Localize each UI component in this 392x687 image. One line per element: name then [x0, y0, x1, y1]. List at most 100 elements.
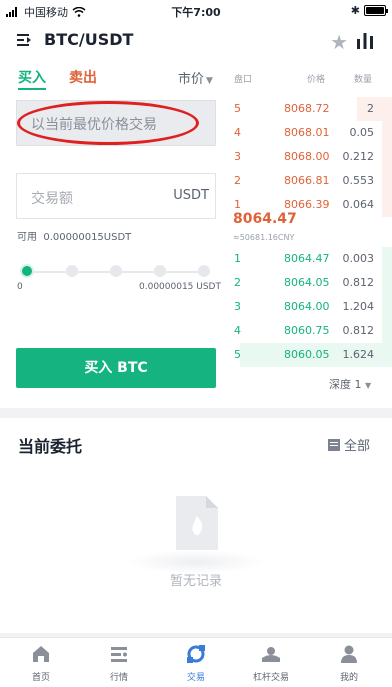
- profile-icon: [341, 645, 357, 663]
- ask-row[interactable]: 5 8068.72 2: [232, 97, 392, 121]
- status-bar: 中国移动 下午7:00 ✱: [0, 0, 392, 22]
- last-price-cny: ≈50681.16CNY: [233, 233, 295, 242]
- ask-amount: 0.05: [349, 126, 375, 139]
- bid-level: 4: [234, 324, 241, 337]
- bid-level: 1: [234, 252, 241, 265]
- bid-price: 8060.75: [284, 324, 330, 337]
- amount-unit: USDT: [173, 188, 209, 203]
- bluetooth-icon: ✱: [350, 4, 360, 17]
- bid-depth-bar: [382, 319, 392, 343]
- orderbook-header-level: 盘口: [234, 75, 253, 85]
- slider-handle[interactable]: [20, 264, 34, 278]
- ask-row[interactable]: 2 8066.81 0.553: [232, 169, 392, 193]
- ask-amount: 0.064: [342, 198, 375, 211]
- tab-trade-label: 交易: [186, 673, 205, 683]
- current-orders-panel: 当前委托 全部 暂无记录: [0, 418, 392, 633]
- chevron-down-icon: ▼: [365, 381, 372, 390]
- tab-market-label: 行情: [109, 673, 128, 683]
- bid-level: 3: [234, 300, 241, 313]
- ask-level: 4: [234, 126, 241, 139]
- bid-depth-bar: [382, 247, 392, 271]
- available-label: 可用: [17, 232, 37, 243]
- orders-title: 当前委托: [18, 437, 83, 456]
- tab-home[interactable]: 首页: [2, 638, 80, 687]
- market-icon: [111, 647, 127, 662]
- ask-row[interactable]: 4 8068.01 0.05: [232, 121, 392, 145]
- slider-max-label: 0.00000015 USDT: [139, 282, 221, 292]
- tab-profile-label: 我的: [339, 673, 358, 683]
- tab-sell[interactable]: 卖出: [69, 67, 97, 87]
- bid-row[interactable]: 4 8060.75 0.812: [232, 319, 392, 343]
- all-orders-label: 全部: [343, 439, 370, 454]
- slider-step-25[interactable]: [66, 265, 78, 277]
- bid-amount: 1.624: [342, 348, 375, 361]
- bottom-tab-bar: 首页 行情 交易 杠杆交易 我的: [0, 637, 392, 687]
- ask-depth-bar: [382, 169, 392, 193]
- ask-level: 1: [234, 198, 241, 211]
- amount-placeholder: 交易额: [31, 191, 73, 207]
- buy-btc-button[interactable]: 买入 BTC: [16, 348, 216, 388]
- amount-field[interactable]: 交易额 USDT: [16, 173, 216, 219]
- available-value: 0.00000015USDT: [43, 232, 132, 243]
- bid-amount: 0.003: [342, 252, 375, 265]
- empty-text: 暂无记录: [169, 574, 222, 589]
- ask-price: 8068.72: [284, 102, 330, 115]
- menu-icon[interactable]: [17, 32, 33, 48]
- bid-level: 2: [234, 276, 241, 289]
- slider-step-100[interactable]: [198, 265, 210, 277]
- tab-home-label: 首页: [31, 673, 50, 683]
- bid-row[interactable]: 5 8060.05 1.624: [232, 343, 392, 367]
- tab-margin[interactable]: 杠杆交易: [232, 638, 310, 687]
- bid-depth-bar: [382, 271, 392, 295]
- ask-depth-bar: [382, 145, 392, 169]
- chevron-down-icon: ▼: [206, 76, 213, 86]
- trade-icon: [187, 645, 205, 663]
- battery-icon: [364, 5, 388, 16]
- empty-document-icon: [176, 496, 218, 550]
- bid-row[interactable]: 2 8064.05 0.812: [232, 271, 392, 295]
- ask-level: 2: [234, 174, 241, 187]
- list-icon: [327, 438, 340, 451]
- bid-price: 8064.00: [284, 300, 330, 313]
- ask-depth-bar: [357, 97, 392, 121]
- bid-row[interactable]: 1 8064.47 0.003: [232, 247, 392, 271]
- ask-depth-bar: [382, 121, 392, 145]
- order-type-select[interactable]: 市价 ▼: [178, 68, 213, 87]
- bar-chart-icon[interactable]: [355, 30, 375, 50]
- ask-price: 8066.81: [284, 174, 330, 187]
- ask-amount: 0.212: [342, 150, 375, 163]
- bid-price: 8060.05: [284, 348, 330, 361]
- bid-amount: 0.812: [342, 324, 375, 337]
- bid-amount: 1.204: [342, 300, 375, 313]
- bid-amount: 0.812: [342, 276, 375, 289]
- tab-market[interactable]: 行情: [80, 638, 158, 687]
- pair-title[interactable]: BTC/USDT: [44, 30, 133, 49]
- tab-trade[interactable]: 交易: [157, 638, 235, 687]
- ask-amount: 2: [367, 102, 374, 115]
- depth-select-label: 深度 1: [329, 378, 362, 391]
- margin-icon: [262, 647, 280, 662]
- ask-row[interactable]: 3 8068.00 0.212: [232, 145, 392, 169]
- tab-buy-underline: [18, 88, 46, 90]
- bid-row[interactable]: 3 8064.00 1.204: [232, 295, 392, 319]
- last-price: 8064.47: [233, 211, 297, 227]
- orderbook-header-amount: 数量: [354, 75, 373, 85]
- ask-amount: 0.553: [342, 174, 375, 187]
- depth-select[interactable]: 深度 1 ▼: [329, 376, 371, 392]
- star-icon[interactable]: ★: [330, 30, 348, 54]
- status-right: ✱: [350, 4, 388, 17]
- ask-price: 8068.01: [284, 126, 330, 139]
- bid-price: 8064.05: [284, 276, 330, 289]
- tab-buy[interactable]: 买入: [18, 67, 46, 87]
- ask-level: 3: [234, 150, 241, 163]
- ask-price: 8068.00: [284, 150, 330, 163]
- slider-step-75[interactable]: [154, 265, 166, 277]
- home-icon: [33, 646, 49, 662]
- slider-step-50[interactable]: [110, 265, 122, 277]
- annotation-ellipse: [17, 101, 199, 145]
- ask-price: 8066.39: [284, 198, 330, 211]
- tab-profile[interactable]: 我的: [310, 638, 388, 687]
- tab-margin-label: 杠杆交易: [252, 673, 289, 683]
- ask-level: 5: [234, 102, 241, 115]
- all-orders-link[interactable]: 全部: [327, 435, 370, 454]
